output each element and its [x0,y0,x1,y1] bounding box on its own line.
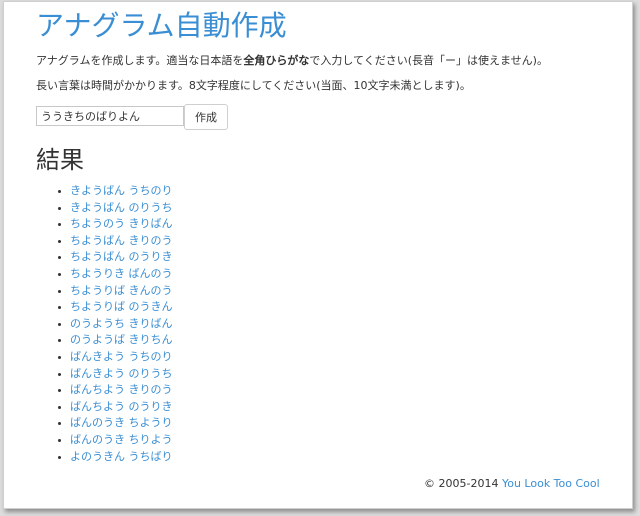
list-item: よのうきん うちばり [70,449,173,466]
length-note: 長い言葉は時間がかかります。8文字程度にしてください(当面、10文字未満とします… [36,79,471,93]
result-link[interactable]: のうようば きりちん [70,333,173,346]
list-item: のうようば きりちん [70,332,173,349]
result-link[interactable]: ちようばん きりのう [70,234,173,247]
result-link[interactable]: ばんのうき ちりよう [70,433,173,446]
result-link[interactable]: ばんのうき ちようり [70,416,173,429]
list-item: ばんのうき ちりよう [70,432,173,449]
result-link[interactable]: ばんきよう うちのり [70,350,173,363]
list-item: のうようち きりばん [70,316,173,333]
list-item: ばんのうき ちようり [70,415,173,432]
page-title: アナグラム自動作成 [36,8,287,44]
list-item: ちようばん のうりき [70,249,173,266]
results-heading: 結果 [36,144,84,176]
list-item: ばんちよう のうりき [70,399,173,416]
list-item: ちようりば のうきん [70,299,173,316]
intro-text: アナグラムを作成します。適当な日本語を全角ひらがなで入力してください(長音「ー」… [36,54,548,68]
page-frame: アナグラム自動作成 アナグラムを作成します。適当な日本語を全角ひらがなで入力して… [3,1,633,509]
results-list: きようばん うちのり きようばん のりうち ちようのう きりばん ちようばん き… [56,183,173,465]
list-item: きようばん うちのり [70,183,173,200]
list-item: ばんちよう きりのう [70,382,173,399]
intro-text-before: アナグラムを作成します。適当な日本語を [36,54,243,67]
intro-text-after: で入力してください(長音「ー」は使えません)。 [309,54,548,67]
result-link[interactable]: のうようち きりばん [70,317,173,330]
list-item: ばんきよう うちのり [70,349,173,366]
result-link[interactable]: よのうきん うちばり [70,450,173,463]
create-button[interactable]: 作成 [184,104,228,130]
result-link[interactable]: ばんきよう のりうち [70,367,173,380]
list-item: ちようばん きりのう [70,233,173,250]
site-link[interactable]: You Look Too Cool [502,477,600,490]
result-link[interactable]: ちようのう きりばん [70,217,173,230]
hiragana-input[interactable] [36,106,184,126]
list-item: ばんきよう のりうち [70,366,173,383]
result-link[interactable]: ちようりば きんのう [70,284,173,297]
result-link[interactable]: ちようりき ばんのう [70,267,173,280]
result-link[interactable]: ちようりば のうきん [70,300,173,313]
result-link[interactable]: きようばん のりうち [70,201,173,214]
copyright-text: © 2005-2014 [424,477,498,490]
list-item: ちようりば きんのう [70,283,173,300]
result-link[interactable]: ばんちよう のうりき [70,400,173,413]
list-item: ちようりき ばんのう [70,266,173,283]
result-link[interactable]: ちようばん のうりき [70,250,173,263]
result-link[interactable]: ばんちよう きりのう [70,383,173,396]
list-item: きようばん のりうち [70,200,173,217]
footer: © 2005-2014 You Look Too Cool [424,477,600,490]
list-item: ちようのう きりばん [70,216,173,233]
result-link[interactable]: きようばん うちのり [70,184,173,197]
intro-text-bold: 全角ひらがな [243,54,309,67]
